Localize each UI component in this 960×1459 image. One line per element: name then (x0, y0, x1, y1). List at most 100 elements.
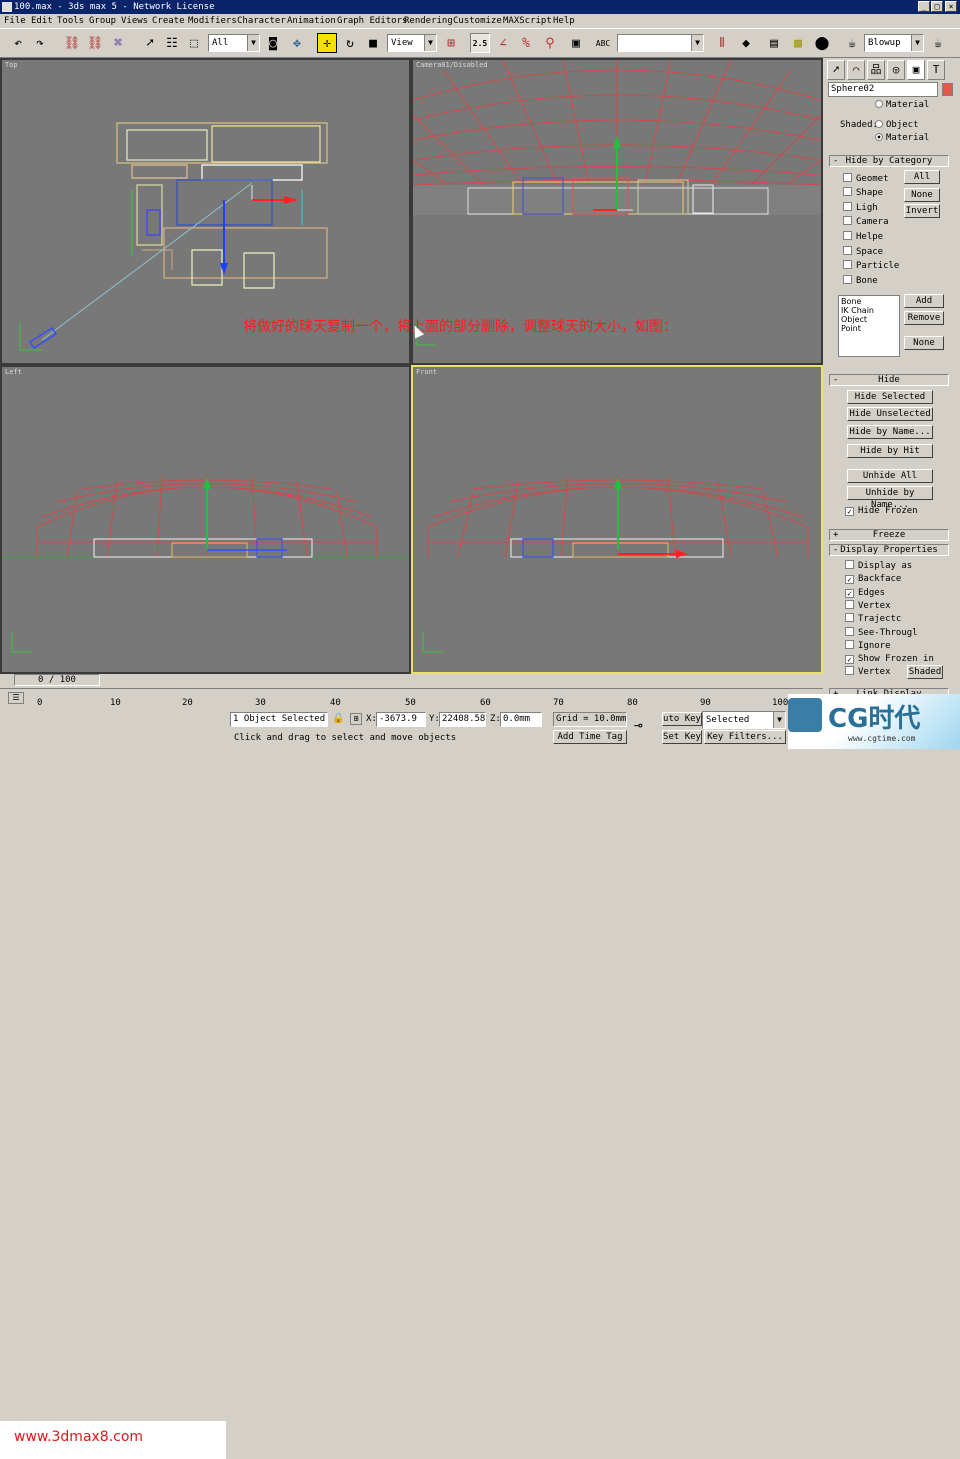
absolute-mode-icon[interactable]: ⊞ (350, 713, 362, 725)
time-slider[interactable]: 0 / 100 (14, 674, 100, 686)
viewport-left[interactable]: Left (0, 365, 411, 674)
check-lights[interactable]: Ligh (843, 202, 878, 214)
all-button[interactable]: All (904, 170, 940, 184)
undo-icon[interactable]: ↶ (8, 33, 28, 53)
rectangular-selection-icon[interactable]: ⬚ (184, 33, 204, 53)
create-tab-icon[interactable]: ➚ (827, 60, 845, 80)
menu-views[interactable]: Views (121, 14, 148, 28)
invert-button[interactable]: Invert (904, 204, 940, 218)
hide-by-hit-button[interactable]: Hide by Hit (847, 444, 933, 458)
key-filters-button[interactable]: Key Filters... (704, 730, 786, 744)
check-backface-cull[interactable]: ✓ Backface (845, 573, 901, 585)
category-list[interactable]: Bone IK Chain Object Point (838, 295, 900, 357)
render-type-dropdown[interactable]: Blowup ▼ (864, 34, 924, 52)
menu-file[interactable]: File (4, 14, 26, 28)
add-time-tag-button[interactable]: Add Time Tag (553, 730, 627, 744)
hierarchy-tab-icon[interactable]: 品 (867, 60, 885, 80)
select-by-name-icon[interactable]: ☷ (162, 33, 182, 53)
key-icon[interactable]: ⊸ (634, 718, 642, 734)
check-particle[interactable]: Particle (843, 260, 899, 272)
hide-by-name-button[interactable]: Hide by Name... (847, 425, 933, 439)
shaded-button[interactable]: Shaded (907, 665, 943, 679)
menu-graph-editors[interactable]: Graph Editors (337, 14, 407, 28)
utilities-tab-icon[interactable]: T (927, 60, 945, 80)
edit-named-selection-icon[interactable]: ▣ (566, 33, 586, 53)
close-button[interactable]: × (945, 1, 957, 12)
check-show-frozen-in-gray[interactable]: ✓ Show Frozen in (845, 653, 934, 665)
radio-object[interactable]: Object (875, 120, 919, 130)
select-and-move-icon[interactable]: ✛ (317, 33, 337, 53)
add-button[interactable]: Add (904, 294, 944, 308)
minimize-button[interactable]: _ (918, 1, 930, 12)
remove-button[interactable]: Remove (904, 311, 944, 325)
window-crossing-icon[interactable]: ◙ (263, 33, 283, 53)
menu-edit[interactable]: Edit (31, 14, 53, 28)
menu-character[interactable]: Character (237, 14, 286, 28)
motion-tab-icon[interactable]: ◎ (887, 60, 905, 80)
track-bar[interactable]: ☰ 0 10 20 30 40 50 60 70 80 90 100 (0, 688, 823, 710)
mirror-icon[interactable]: ⫴ (712, 33, 732, 53)
unlink-icon[interactable]: ⛓ (85, 33, 105, 53)
render-scene-icon[interactable]: ☕ (842, 33, 862, 53)
menu-modifiers[interactable]: Modifiers (188, 14, 237, 28)
viewport-front[interactable]: Front (411, 365, 823, 674)
set-key-button[interactable]: Set Key (662, 730, 702, 744)
track-bar-icon[interactable]: ☰ (8, 692, 24, 704)
named-selection-dropdown[interactable]: ▼ (617, 34, 704, 52)
check-shape[interactable]: Shape (843, 187, 883, 199)
check-camera[interactable]: Camera (843, 216, 889, 228)
reference-coordinate-dropdown[interactable]: View ▼ (387, 34, 437, 52)
lock-icon[interactable]: 🔒 (332, 713, 344, 724)
maximize-button[interactable]: □ (931, 1, 943, 12)
select-manipulate-icon[interactable]: ✥ (287, 33, 307, 53)
menu-rendering[interactable]: Rendering (404, 14, 453, 28)
menu-maxscript[interactable]: MAXScript (503, 14, 552, 28)
align-icon[interactable]: ◆ (736, 33, 756, 53)
y-coordinate-field[interactable]: 22408.58 (439, 712, 486, 727)
list-item[interactable]: Point (841, 324, 897, 333)
rollout-display-properties[interactable]: - Display Properties (829, 544, 949, 556)
check-edges-only[interactable]: ✓ Edges (845, 587, 885, 599)
hide-selected-button[interactable]: Hide Selected (847, 390, 933, 404)
x-coordinate-field[interactable]: -3673.9 (376, 712, 426, 727)
modify-tab-icon[interactable]: ⌒ (847, 60, 865, 80)
menu-tools[interactable]: Tools (57, 14, 84, 28)
check-space-warps[interactable]: Space (843, 246, 883, 258)
spinner-snap-icon[interactable]: ⚲ (540, 33, 560, 53)
hide-unselected-button[interactable]: Hide Unselected (847, 407, 933, 421)
select-and-rotate-icon[interactable]: ↻ (340, 33, 360, 53)
check-ignore-extents[interactable]: Ignore (845, 640, 891, 652)
rollout-freeze[interactable]: + Freeze (829, 529, 949, 541)
select-object-icon[interactable]: ➚ (140, 33, 160, 53)
check-hide-frozen[interactable]: ✓ Hide Frozen (845, 505, 918, 517)
angle-snap-icon[interactable]: ∠ (493, 33, 513, 53)
list-item[interactable]: IK Chain Object (841, 306, 897, 324)
selection-filter-dropdown[interactable]: All ▼ (208, 34, 260, 52)
unhide-by-name-button[interactable]: Unhide by Name... (847, 486, 933, 510)
display-tab-icon[interactable]: ▣ (907, 60, 925, 80)
list-item[interactable]: Bone (841, 297, 897, 306)
material-editor-icon[interactable]: ⬤ (812, 33, 832, 53)
menu-group[interactable]: Group (89, 14, 116, 28)
object-color-swatch[interactable] (942, 83, 953, 96)
none-list-button[interactable]: None (904, 336, 944, 350)
check-vertex-colors[interactable]: Vertex (845, 666, 891, 678)
quick-render-icon[interactable]: ☕ (928, 33, 948, 53)
menu-customize[interactable]: Customize (453, 14, 502, 28)
rollout-hide-by-category[interactable]: - Hide by Category (829, 155, 949, 167)
check-trajectory[interactable]: Trajectc (845, 613, 901, 625)
radio-material[interactable]: Material (875, 133, 929, 143)
object-name-field[interactable]: Sphere02 (828, 82, 938, 97)
z-coordinate-field[interactable]: 0.0mm (500, 712, 542, 727)
link-icon[interactable]: ⛓ (62, 33, 82, 53)
radio-material-top[interactable]: Material (875, 100, 929, 110)
bind-space-warp-icon[interactable]: ⌘ (108, 33, 128, 53)
rollout-hide[interactable]: - Hide (829, 374, 949, 386)
check-display-as-box[interactable]: Display as (845, 560, 912, 572)
pivot-center-icon[interactable]: ⊞ (441, 33, 461, 53)
schematic-view-icon[interactable]: ▩ (788, 33, 808, 53)
key-mode-dropdown[interactable]: Selected ▼ (702, 711, 786, 729)
check-see-through[interactable]: See-Througl (845, 627, 918, 639)
check-geometry[interactable]: Geomet (843, 173, 889, 185)
percent-snap-icon[interactable]: % (516, 33, 536, 53)
